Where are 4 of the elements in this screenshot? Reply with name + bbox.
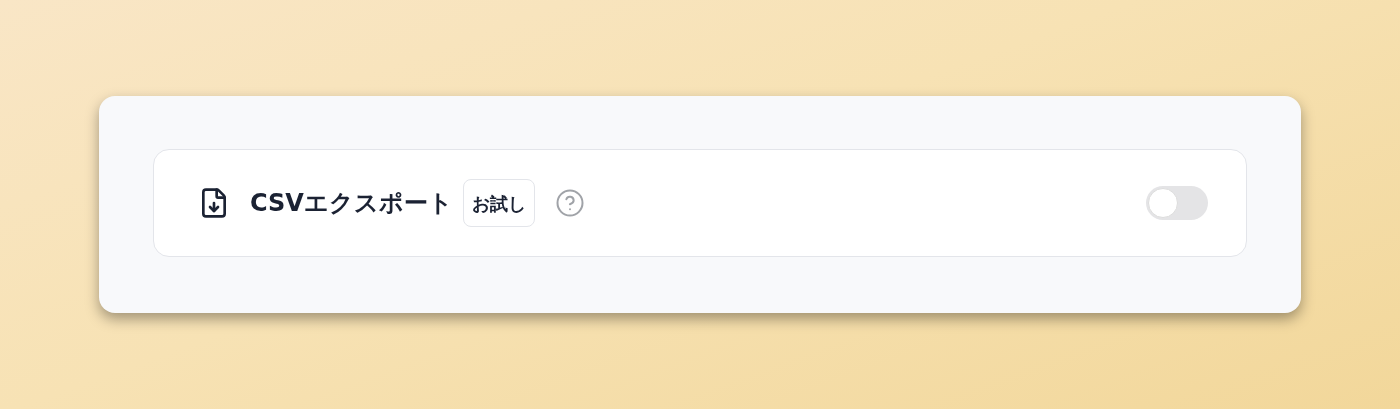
help-icon[interactable] [554,188,585,218]
trial-badge: お試し [462,179,535,227]
toggle-switch[interactable] [1146,186,1208,220]
feature-label: CSVエクスポート [250,188,453,219]
